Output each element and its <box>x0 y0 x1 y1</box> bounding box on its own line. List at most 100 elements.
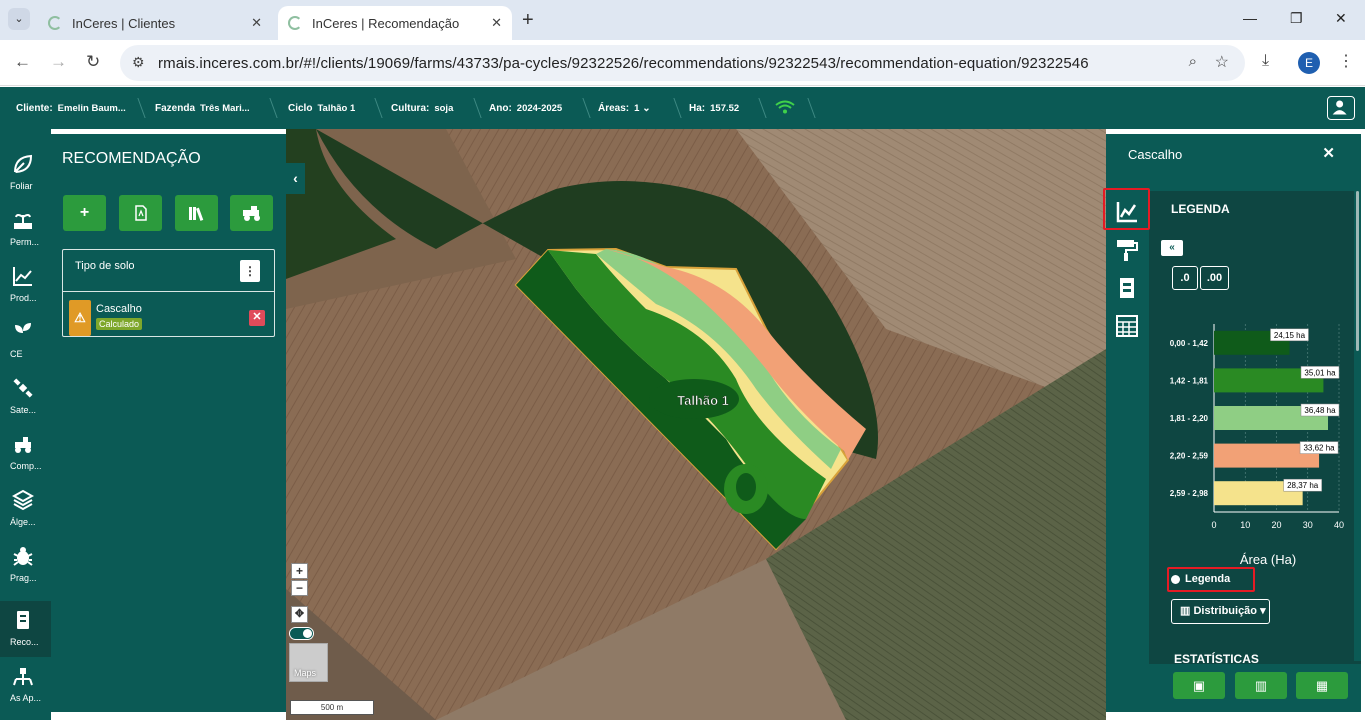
legend-scrollbar[interactable] <box>1354 191 1361 661</box>
data-label: 28,37 ha <box>1287 481 1319 490</box>
browser-tab-clientes[interactable]: InCeres | Clientes ✕ <box>38 6 272 40</box>
rail-label: Foliar <box>10 181 33 191</box>
save-icon: ▣ <box>1192 678 1206 693</box>
profile-avatar[interactable]: E <box>1298 52 1320 74</box>
soil-name[interactable]: Cascalho <box>96 303 142 315</box>
browser-tab-recomendacao[interactable]: InCeres | Recomendação ✕ <box>278 6 512 40</box>
user-icon <box>1332 100 1347 115</box>
document-icon <box>17 611 29 629</box>
close-tab-icon[interactable]: ✕ <box>251 15 262 31</box>
library-button[interactable] <box>175 195 218 231</box>
site-settings-icon[interactable]: ⚙ <box>132 54 145 71</box>
soil-menu-button[interactable]: ⋮ <box>240 260 260 282</box>
areas-value: 1 <box>634 103 640 114</box>
zoom-out-button[interactable]: − <box>291 580 308 596</box>
highlight-chart-tool <box>1103 188 1150 230</box>
forward-icon[interactable]: → <box>50 52 67 72</box>
close-panel-icon[interactable]: ✕ <box>1322 144 1335 162</box>
area-bar-chart: 0 10 20 30 40 0,00 - 1,42 24,15 ha 1,42 - 1,81 3… <box>1170 324 1344 567</box>
map-type-thumbnail[interactable]: Maps <box>289 643 328 682</box>
satellite-map[interactable]: Talhão 1 <box>286 129 1106 720</box>
save-button[interactable]: ▣ <box>1173 672 1225 699</box>
window-close-icon[interactable]: ✕ <box>1335 10 1347 27</box>
tab-search-button[interactable]: ⌄ <box>8 8 30 30</box>
restore-icon[interactable]: ❐ <box>1290 10 1303 27</box>
tractor-icon <box>242 206 260 221</box>
distribution-label: Distribuição <box>1193 605 1258 617</box>
breadcrumb-ciclo[interactable]: Ciclo Talhão 1 <box>288 103 355 114</box>
x-tick-label: 0 <box>1211 520 1216 530</box>
statistics-heading: ESTATÍSTICAS <box>1174 652 1259 666</box>
breadcrumb-cultura[interactable]: Cultura: soja <box>391 103 453 114</box>
calculator-icon[interactable] <box>1114 313 1140 339</box>
y-tick-label: 1,42 - 1,81 <box>1170 376 1209 385</box>
minimize-icon[interactable]: — <box>1243 10 1257 26</box>
close-tab-icon[interactable]: ✕ <box>491 15 502 31</box>
layers-icon <box>12 489 34 511</box>
rail-item-prag[interactable]: Prag... <box>0 537 51 593</box>
url-text[interactable]: rmais.inceres.com.br/#!/clients/19069/fa… <box>158 55 1089 72</box>
caret-down-icon: ▾ <box>1260 605 1266 617</box>
plus-icon: + <box>79 204 90 221</box>
sprout-icon <box>15 323 31 341</box>
fazenda-label: Fazenda <box>155 103 196 114</box>
x-tick-label: 20 <box>1271 520 1281 530</box>
rail-item-ce[interactable]: CE <box>0 313 51 369</box>
layer-toggle[interactable] <box>289 627 314 640</box>
breadcrumb-areas[interactable]: Áreas: 1 ⌄ <box>598 103 651 114</box>
map-scale-bar: 500 m <box>290 700 374 715</box>
breadcrumb-ano[interactable]: Ano: 2024-2025 <box>489 103 562 114</box>
collapse-panel-button[interactable]: ‹ <box>286 163 305 194</box>
decrease-decimals-button[interactable]: .0 <box>1172 266 1198 290</box>
url-field[interactable]: ⚙ rmais.inceres.com.br/#!/clients/19069/… <box>120 45 1245 81</box>
soil-sample-icon[interactable] <box>1114 275 1140 301</box>
rail-item-as-ap[interactable]: As Ap... <box>0 657 51 713</box>
breadcrumb-separator <box>462 98 482 118</box>
paint-roller-icon[interactable] <box>1114 237 1140 263</box>
user-account-button[interactable] <box>1327 96 1355 120</box>
delete-soil-button[interactable]: ✕ <box>249 310 265 326</box>
pdf-button[interactable] <box>119 195 162 231</box>
pan-move-icon[interactable]: ✥ <box>291 606 308 623</box>
address-bar-row: ← → ↻ ⚙ rmais.inceres.com.br/#!/clients/… <box>0 40 1365 86</box>
machine-button[interactable] <box>230 195 273 231</box>
rail-item-foliar[interactable]: Foliar <box>0 145 51 201</box>
breadcrumb-fazenda[interactable]: Fazenda Três Mari... <box>155 103 250 114</box>
reload-icon[interactable]: ↻ <box>86 52 100 72</box>
satellite-icon <box>13 378 33 398</box>
rail-item-perm[interactable]: Perm... <box>0 201 51 257</box>
legend-panel-title: Cascalho <box>1128 147 1183 162</box>
browser-menu-icon[interactable]: ⋮ <box>1338 51 1354 71</box>
leaf-icon <box>14 154 33 173</box>
ciclo-label: Ciclo <box>288 103 313 114</box>
distribution-dropdown[interactable]: ▥ Distribuição ▾ <box>1171 599 1270 624</box>
y-tick-label: 2,20 - 2,59 <box>1170 452 1209 461</box>
rail-item-alge[interactable]: Álge... <box>0 481 51 537</box>
rail-item-sate[interactable]: Sate... <box>0 369 51 425</box>
app-header: Cliente: Emelin Baum... Fazenda Três Mari.… <box>0 87 1365 129</box>
breadcrumb-separator <box>662 98 682 118</box>
increase-decimals-button[interactable]: .00 <box>1200 266 1229 290</box>
back-icon[interactable]: ← <box>14 52 31 72</box>
y-tick-label: 1,81 - 2,20 <box>1170 414 1209 423</box>
zoom-in-button[interactable]: + <box>291 563 308 579</box>
rail-item-prod[interactable]: Prod... <box>0 257 51 313</box>
map-canvas[interactable]: Talhão 1 <box>286 129 1106 720</box>
library-footer-button[interactable]: ▥ <box>1235 672 1287 699</box>
rail-item-comp[interactable]: Comp... <box>0 425 51 481</box>
breadcrumb-cliente[interactable]: Cliente: Emelin Baum... <box>16 103 126 114</box>
browser-tab-bar: ⌄ InCeres | Clientes ✕ InCeres | Recomen… <box>0 0 1365 40</box>
add-button[interactable]: + <box>63 195 106 231</box>
zoom-icon[interactable]: ⌕ <box>1189 53 1197 70</box>
calculator-footer-button[interactable]: ▦ <box>1296 672 1348 699</box>
bookmark-star-icon[interactable]: ☆ <box>1215 52 1229 72</box>
soil-type-header: Tipo de solo ⋮ <box>63 250 274 292</box>
breadcrumb-separator <box>126 98 146 118</box>
x-tick-label: 30 <box>1303 520 1313 530</box>
collapse-legend-button[interactable]: « <box>1161 240 1183 256</box>
download-icon[interactable]: ⤓ <box>1262 52 1269 70</box>
rail-label: Prag... <box>10 573 37 583</box>
new-tab-icon[interactable]: + <box>522 9 534 32</box>
rail-item-reco[interactable]: Reco... <box>0 601 51 657</box>
breadcrumb-ha[interactable]: Ha: 157.52 <box>689 103 739 114</box>
